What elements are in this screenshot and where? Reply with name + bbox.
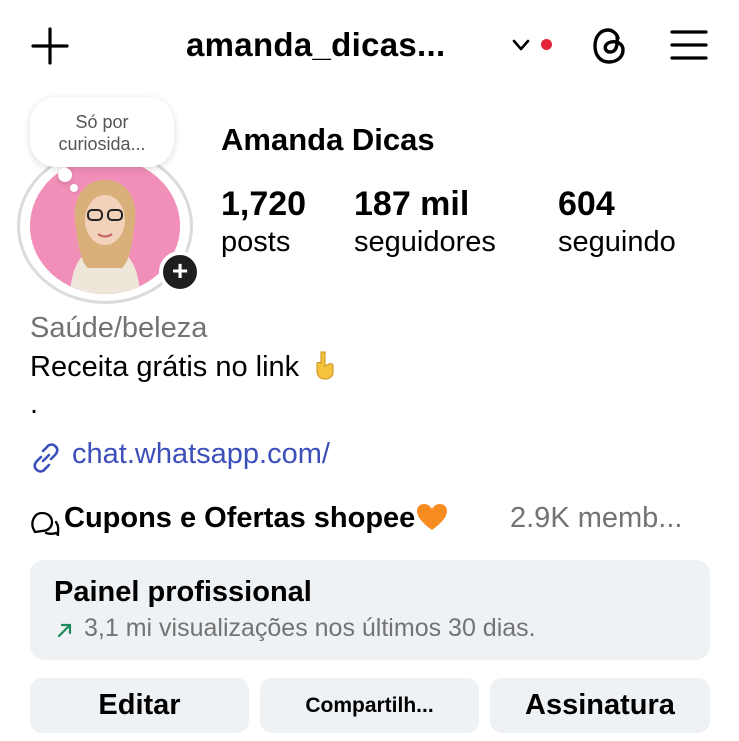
stat-label: posts (221, 226, 291, 258)
account-username[interactable]: amanda_dicas... (186, 26, 445, 64)
bio-text: Receita grátis no link (30, 351, 300, 383)
add-story-button[interactable]: + (159, 251, 201, 293)
stat-value: 1,720 (221, 185, 307, 223)
professional-dashboard-subtitle: 3,1 mi visualizações nos últimos 30 dias… (84, 614, 536, 642)
profile-avatar-container[interactable]: + (17, 148, 201, 304)
link-icon (33, 443, 59, 473)
bio-line: Receita grátis no link (30, 350, 339, 384)
note-bubble-tail (58, 168, 72, 182)
stat-label: seguindo (558, 226, 676, 258)
edit-profile-button[interactable]: Editar (30, 678, 249, 733)
stat-value: 604 (558, 185, 615, 223)
professional-dashboard[interactable]: Painel profissional 3,1 mi visualizações… (30, 560, 710, 660)
share-profile-button[interactable]: Compartilh... (260, 678, 479, 733)
notification-dot (541, 39, 552, 50)
orange-heart-icon (417, 504, 448, 530)
plus-icon[interactable] (30, 26, 70, 66)
stat-followers[interactable]: 187 mil seguidores (354, 184, 496, 260)
note-bubble[interactable]: Só por curiosida... (30, 97, 174, 167)
bio-dot: . (30, 388, 39, 420)
pointing-down-hand-icon (316, 351, 334, 380)
subscription-button[interactable]: Assinatura (490, 678, 710, 733)
avatar[interactable] (30, 158, 180, 294)
avatar-portrait-icon (30, 158, 180, 294)
note-bubble-tail-small (70, 184, 78, 192)
stat-following[interactable]: 604 seguindo (558, 184, 676, 260)
threads-icon[interactable] (590, 24, 630, 68)
trend-up-arrow-icon (57, 623, 72, 638)
link-text[interactable]: chat.whatsapp.com/ (72, 438, 330, 471)
broadcast-channel[interactable]: Cupons e Ofertas shopee 2.9K memb... (30, 500, 720, 540)
chevron-down-icon[interactable] (512, 38, 530, 52)
channel-icon (31, 511, 60, 536)
channel-members: 2.9K memb... (510, 502, 683, 534)
stat-label: seguidores (354, 226, 496, 258)
display-name: Amanda Dicas (221, 122, 435, 157)
stat-value: 187 mil (354, 185, 470, 223)
channel-name: Cupons e Ofertas shopee (64, 502, 416, 534)
stat-posts[interactable]: 1,720 posts (221, 184, 306, 260)
top-bar: amanda_dicas... (0, 0, 739, 92)
menu-icon[interactable] (670, 28, 708, 62)
professional-dashboard-title: Painel profissional (54, 576, 312, 608)
channel-name-line: Cupons e Ofertas shopee (64, 502, 449, 535)
profile-category: Saúde/beleza (30, 312, 208, 344)
